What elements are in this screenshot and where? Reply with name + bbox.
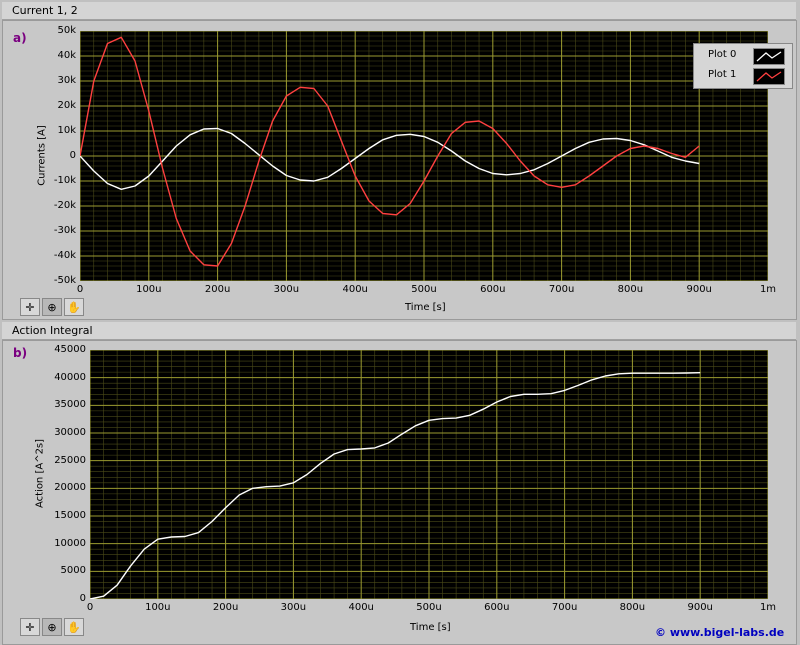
x-tick-label: 200u [212,602,239,613]
y-tick-label: 45000 [54,344,86,355]
crosshair-icon[interactable]: ✛ [20,618,40,636]
legend[interactable]: Plot 0 Plot 1 [693,43,793,89]
x-tick-label: 100u [145,602,171,613]
x-axis-label-a: Time [s] [405,302,446,313]
hand-icon[interactable]: ✋ [64,618,84,636]
x-tick-label: 800u [617,284,644,295]
series-line-0 [80,127,700,191]
legend-item-plot1[interactable]: Plot 1 [698,67,788,85]
y-tick-label: 0 [79,593,86,604]
x-tick-label: 100u [136,284,162,295]
y-tick-label: -20k [53,200,76,211]
legend-label-plot0: Plot 0 [708,49,737,60]
x-tick-label: 1m [759,284,777,295]
y-tick-label: 30k [57,75,76,86]
y-tick-label: 15000 [54,510,86,521]
panel-label-a: a) [13,31,27,45]
y-tick-label: 25000 [54,454,86,466]
graph-palette-b: ✛ ⊕ ✋ [20,618,84,638]
y-tick-label: 40000 [54,371,86,383]
zoom-icon[interactable]: ⊕ [42,618,62,636]
x-tick-label: 500u [411,284,437,295]
legend-item-plot0[interactable]: Plot 0 [698,47,788,65]
legend-swatch-plot0 [753,48,785,65]
window-title: Current 1, 2 [12,4,78,17]
graph-palette-a: ✛ ⊕ ✋ [20,298,84,318]
x-tick-label: 300u [280,602,307,613]
x-tick-label: 400u [342,284,368,295]
copyright-link[interactable]: © www.bigel-labs.de [655,626,784,639]
x-tick-label: 700u [551,602,578,613]
y-tick-label: 5000 [60,565,86,577]
hand-icon[interactable]: ✋ [64,298,84,316]
x-tick-label: 1m [759,602,777,613]
crosshair-icon[interactable]: ✛ [20,298,40,316]
y-axis-label-a: Currents [A] [36,125,48,186]
plot-area-a[interactable] [80,31,768,281]
chart-svg-b [90,350,768,599]
y-tick-label: 40k [57,50,76,61]
y-tick-label: 10000 [54,537,86,549]
x-tick-label: 600u [480,284,506,295]
zoom-icon[interactable]: ⊕ [42,298,62,316]
y-tick-label: 35000 [54,399,86,411]
x-tick-label: 400u [348,602,374,613]
y-tick-label: -40k [53,250,76,261]
chart-svg-a [80,31,768,281]
chart-title-bar: Current 1, 2 [2,2,796,20]
y-tick-label: -50k [53,275,76,286]
series-line-0 [90,372,701,599]
x-tick-label: 500u [416,602,442,613]
x-tick-label: 900u [686,284,712,295]
panel-title-b: Action Integral [12,324,93,337]
y-tick-label: 20k [57,100,76,111]
x-tick-label: 200u [204,284,231,295]
x-tick-label: 600u [484,602,510,613]
series-line-1 [80,36,700,267]
x-tick-label: 800u [619,602,646,613]
panel-label-b: b) [13,346,28,360]
x-tick-label: 700u [548,284,575,295]
y-tick-label: 20000 [54,482,86,494]
y-tick-label: -30k [53,225,76,236]
y-tick-label: 30000 [54,427,86,438]
y-tick-label: 50k [57,25,76,36]
y-axis-label-b: Action [A^2s] [34,438,46,509]
x-tick-label: 300u [273,284,300,295]
x-axis-label-b: Time [s] [410,622,451,633]
chart-title-bar-b: Action Integral [2,322,796,340]
legend-swatch-plot1 [753,68,785,85]
x-tick-label: 900u [687,602,713,613]
legend-label-plot1: Plot 1 [708,69,737,80]
plot-area-b[interactable] [90,350,768,599]
